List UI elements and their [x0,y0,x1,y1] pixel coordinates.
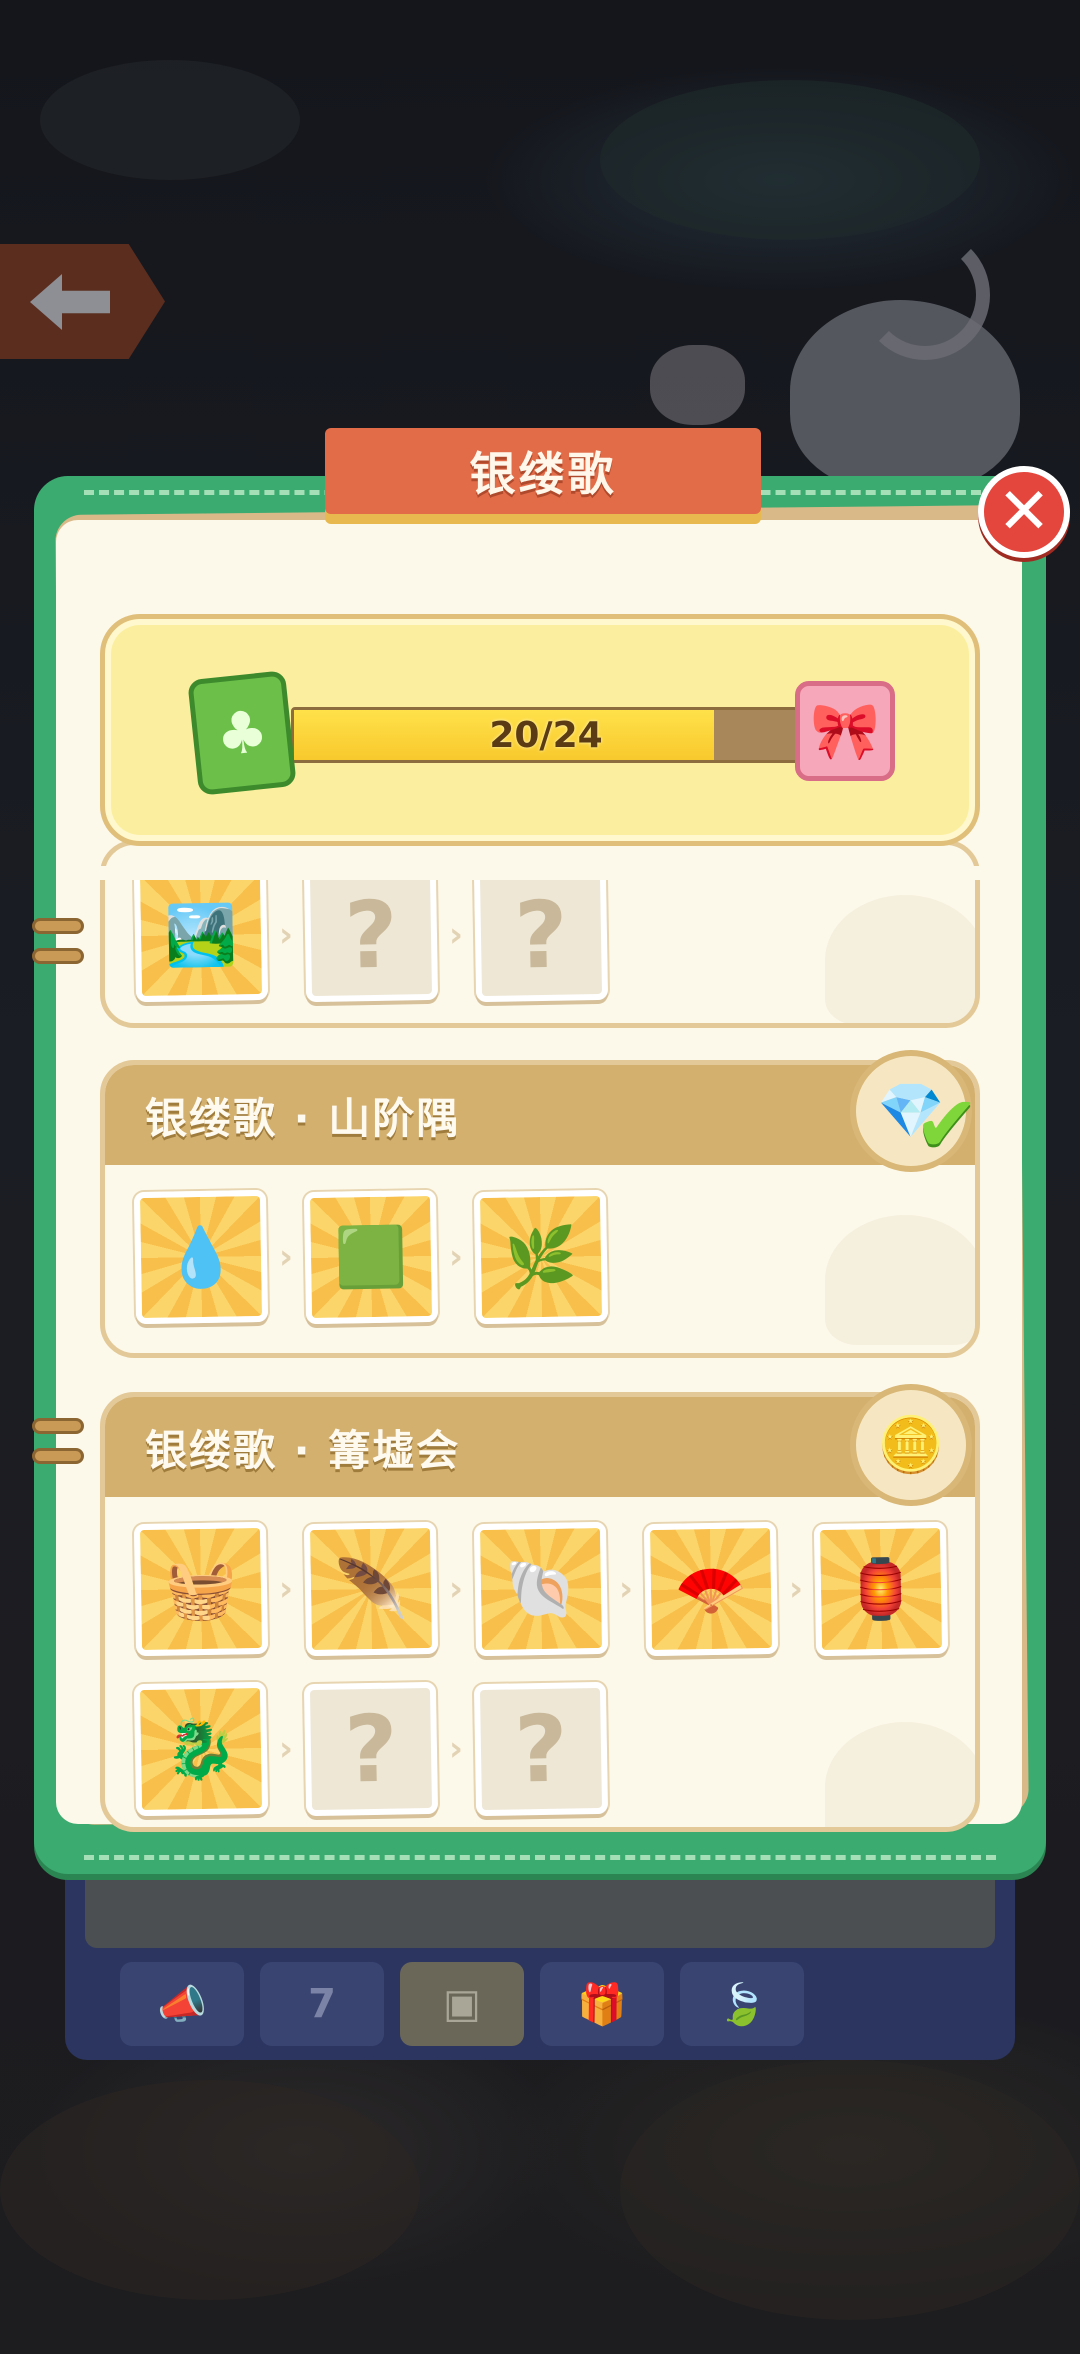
gold-coin-icon: 🪙 [877,1413,945,1476]
panel-stitch-bottom [84,1855,996,1860]
leaf-icon: 🍃 [717,1981,767,2028]
binding-ring [32,918,84,934]
progress-label: 20/24 [489,714,603,756]
collection-item-unknown[interactable]: ? [473,1681,609,1817]
close-icon: ✕ [997,475,1051,549]
item-row: 🧺 › 🪶 › 🐚 › 🪭 › 🏮 [133,1521,949,1657]
claimed-check-icon: ✔ [914,1080,980,1170]
chevron-right-icon: › [618,1569,633,1609]
tab-megaphone[interactable]: 📣 [120,1962,244,2046]
item-row: 💧 › 🟩 › 🌿 [133,1189,609,1325]
binding-ring [32,1448,84,1464]
chevron-right-icon: › [788,1569,803,1609]
progress-bar: 20/24 [291,707,801,763]
item-row: 🐉 › ? › ? [133,1681,609,1817]
collection-item-lantern-scroll[interactable]: 🏮 [813,1521,949,1657]
ghost-watermark [825,1215,975,1345]
collection-item-unknown[interactable]: ? [473,867,609,1003]
character-silhouette [790,300,1020,490]
collection-item-cloth-bundle[interactable]: 🧺 [133,1521,269,1657]
close-button[interactable]: ✕ [978,466,1070,558]
collection-item-shell-pouch[interactable]: 🐚 [473,1521,609,1657]
collection-item-unknown[interactable]: ? [303,1681,439,1817]
ghost-watermark [825,1722,975,1827]
book-bubble-icon [650,345,745,425]
tab-cards[interactable]: ▣ [400,1962,524,2046]
chevron-right-icon: › [278,1729,293,1769]
collection-item-plant-steps[interactable]: 🌿 [473,1189,609,1325]
back-arrow-icon [30,274,110,330]
chevron-right-icon: › [448,1729,463,1769]
collection-item-unknown[interactable]: ? [303,867,439,1003]
gift-icon: 🎁 [577,1981,627,2028]
collection-item-purple-fan[interactable]: 🪭 [643,1521,779,1657]
tab-list: 📣 7 ▣ 🎁 🍃 [120,1962,804,2046]
section-title: 银缕歌 · 篝墟会 [105,1397,975,1497]
collection-section-3: 银缕歌 · 篝墟会 🧺 › 🪶 › 🐚 › 🪭 › 🏮 🐉 › ? › ? [100,1392,980,1832]
cards-icon: ▣ [443,1981,481,2027]
chevron-right-icon: › [278,1569,293,1609]
reward-badge[interactable]: 🪙 [850,1384,972,1506]
binding-ring [32,948,84,964]
chevron-right-icon: › [448,915,463,955]
chevron-right-icon: › [448,1237,463,1277]
page-title: 银缕歌 [325,428,761,514]
clover-book-icon: ♣ [187,670,297,796]
ghost-watermark [825,895,975,1023]
progress-card: 20/24 ♣ 🎀 [100,614,980,846]
chevron-right-icon: › [278,915,293,955]
collection-section-2: 银缕歌 · 山阶隅 💧 › 🟩 › 🌿 [100,1060,980,1358]
tab-calendar[interactable]: 7 [260,1962,384,2046]
collection-item-dragon-toy[interactable]: 🐉 [133,1681,269,1817]
binding-ring [32,1418,84,1434]
item-row: 🏞️ › ? › ? [133,867,609,1003]
tab-leaf[interactable]: 🍃 [680,1962,804,2046]
collection-item-water-tile[interactable]: 💧 [133,1189,269,1325]
megaphone-icon: 📣 [157,1981,207,2028]
collection-item-garden-scene[interactable]: 🏞️ [133,867,269,1003]
collection-item-feather-lyre[interactable]: 🪶 [303,1521,439,1657]
chevron-right-icon: › [278,1237,293,1277]
calendar-icon: 7 [308,1981,336,2027]
collection-item-grass-steps[interactable]: 🟩 [303,1189,439,1325]
gift-box-icon[interactable]: 🎀 [795,681,895,781]
section-title: 银缕歌 · 山阶隅 [105,1065,975,1165]
bottom-tab-bar: 📣 7 ▣ 🎁 🍃 [65,1850,1015,2060]
tab-gift[interactable]: 🎁 [540,1962,664,2046]
scroll-mask [56,866,1022,880]
chevron-right-icon: › [448,1569,463,1609]
